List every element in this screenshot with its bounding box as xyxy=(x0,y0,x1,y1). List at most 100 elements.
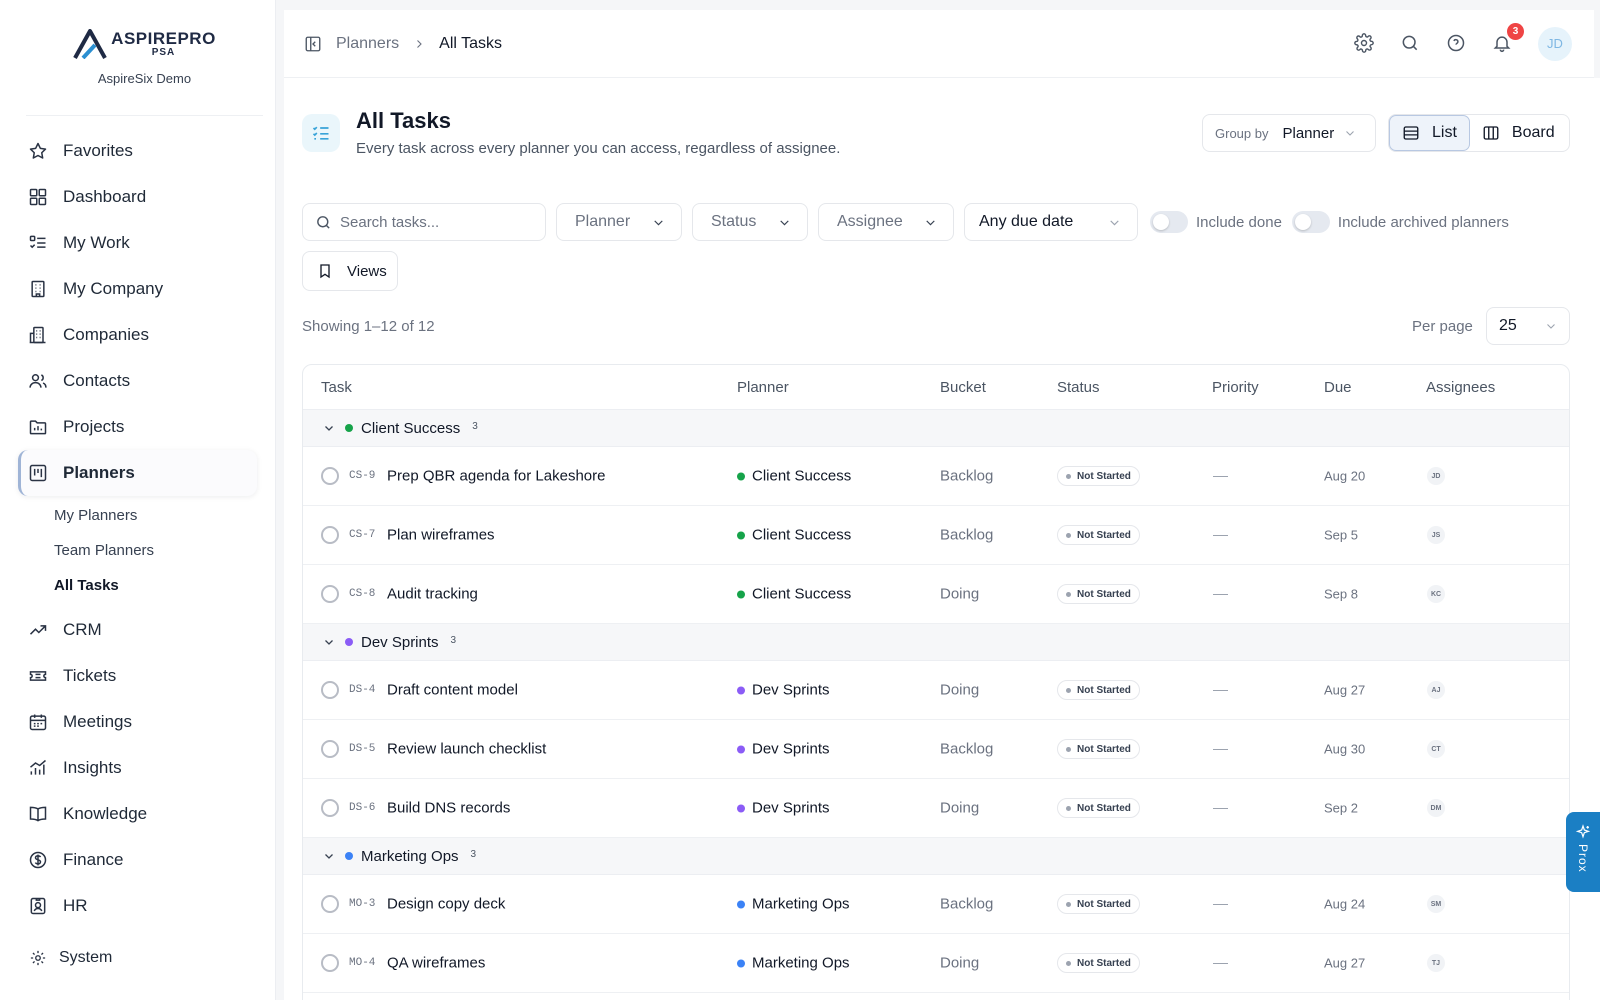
toggle-switch[interactable] xyxy=(1291,211,1330,233)
assignee-avatar[interactable]: KC xyxy=(1427,585,1445,603)
status-badge[interactable]: Not Started xyxy=(1057,894,1140,914)
sidebar-item-my-company[interactable]: My Company xyxy=(18,266,257,312)
status-filter[interactable]: Status xyxy=(692,203,808,241)
status-badge[interactable]: Not Started xyxy=(1057,466,1140,486)
status-badge[interactable]: Not Started xyxy=(1057,525,1140,545)
task-planner: Marketing Ops xyxy=(737,896,850,913)
complete-checkbox[interactable] xyxy=(321,799,339,817)
task-title[interactable]: Review launch checklist xyxy=(387,741,546,758)
sidebar-item-my-work[interactable]: My Work xyxy=(18,220,257,266)
status-badge[interactable]: Not Started xyxy=(1057,953,1140,973)
notifications-bell-icon[interactable]: 3 xyxy=(1492,22,1524,55)
include-archived-toggle[interactable]: Include archived planners xyxy=(1291,211,1509,233)
prox-assistant-tab[interactable]: Prox xyxy=(1566,812,1600,892)
task-title[interactable]: Plan wireframes xyxy=(387,527,495,544)
group-header-marketing-ops[interactable]: Marketing Ops 3 xyxy=(303,838,1569,875)
breadcrumb-planners[interactable]: Planners xyxy=(336,35,399,53)
breadcrumb-current: All Tasks xyxy=(439,34,502,52)
sidebar-item-companies[interactable]: Companies xyxy=(18,312,257,358)
complete-checkbox[interactable] xyxy=(321,954,339,972)
task-title[interactable]: Draft content model xyxy=(387,682,518,699)
planner-color-dot xyxy=(737,745,745,753)
include-done-toggle[interactable]: Include done xyxy=(1150,211,1282,233)
view-list-button[interactable]: List xyxy=(1389,115,1470,151)
search-icon[interactable] xyxy=(1400,33,1422,55)
column-header-planner[interactable]: Planner xyxy=(737,379,789,396)
complete-checkbox[interactable] xyxy=(321,740,339,758)
complete-checkbox[interactable] xyxy=(321,467,339,485)
search-input[interactable] xyxy=(340,213,530,231)
column-header-bucket[interactable]: Bucket xyxy=(940,379,986,396)
sidebar-item-meetings[interactable]: Meetings xyxy=(18,699,257,745)
subitem-my-planners[interactable]: My Planners xyxy=(54,498,257,533)
complete-checkbox[interactable] xyxy=(321,585,339,603)
assignee-avatar[interactable]: JD xyxy=(1427,467,1445,485)
subitem-team-planners[interactable]: Team Planners xyxy=(54,533,257,568)
group-header-client-success[interactable]: Client Success 3 xyxy=(303,410,1569,447)
column-header-task[interactable]: Task xyxy=(321,379,352,396)
sidebar-toggle-icon[interactable] xyxy=(304,35,322,53)
per-page-select[interactable]: 25 xyxy=(1486,307,1570,345)
task-bucket: Doing xyxy=(940,954,980,972)
column-header-assignees[interactable]: Assignees xyxy=(1426,379,1495,396)
sidebar-item-system[interactable]: System xyxy=(18,935,257,981)
sidebar-item-favorites[interactable]: Favorites xyxy=(18,128,257,174)
help-icon[interactable] xyxy=(1446,33,1468,55)
subitem-all-tasks[interactable]: All Tasks xyxy=(54,568,257,603)
column-header-priority[interactable]: Priority xyxy=(1212,379,1259,396)
logo[interactable]: ASPIREPRO PSA xyxy=(73,29,216,59)
sidebar-item-insights[interactable]: Insights xyxy=(18,745,257,791)
assignee-avatar[interactable]: CT xyxy=(1427,740,1445,758)
complete-checkbox[interactable] xyxy=(321,895,339,913)
task-title[interactable]: Design copy deck xyxy=(387,896,505,913)
due-date-filter[interactable]: Any due date xyxy=(964,203,1138,241)
status-badge[interactable]: Not Started xyxy=(1057,680,1140,700)
views-button[interactable]: Views xyxy=(302,251,398,291)
status-badge[interactable]: Not Started xyxy=(1057,584,1140,604)
view-board-button[interactable]: Board xyxy=(1470,115,1567,151)
sidebar-item-finance[interactable]: Finance xyxy=(18,837,257,883)
sidebar-item-planners[interactable]: Planners xyxy=(18,450,257,496)
task-planner: Client Success xyxy=(737,468,851,485)
task-title[interactable]: Audit tracking xyxy=(387,586,478,603)
assignee-avatar[interactable]: TJ xyxy=(1427,954,1445,972)
sidebar-item-hr[interactable]: HR xyxy=(18,883,257,929)
table-row[interactable]: DS-4 Draft content model Dev Sprints Doi… xyxy=(303,661,1569,720)
bookmark-icon xyxy=(317,263,333,279)
table-row[interactable]: DS-6 Build DNS records Dev Sprints Doing… xyxy=(303,779,1569,838)
toggle-switch[interactable] xyxy=(1150,211,1188,233)
dollar-icon xyxy=(27,849,49,871)
sidebar-item-tickets[interactable]: Tickets xyxy=(18,653,257,699)
task-title[interactable]: Build DNS records xyxy=(387,800,510,817)
sidebar-item-dashboard[interactable]: Dashboard xyxy=(18,174,257,220)
gear-icon xyxy=(27,947,49,969)
complete-checkbox[interactable] xyxy=(321,681,339,699)
status-badge[interactable]: Not Started xyxy=(1057,798,1140,818)
task-title[interactable]: QA wireframes xyxy=(387,955,485,972)
status-badge[interactable]: Not Started xyxy=(1057,739,1140,759)
assignee-avatar[interactable]: AJ xyxy=(1427,681,1445,699)
sidebar-item-knowledge[interactable]: Knowledge xyxy=(18,791,257,837)
user-avatar[interactable]: JD xyxy=(1538,26,1572,61)
sidebar-item-projects[interactable]: Projects xyxy=(18,404,257,450)
assignee-avatar[interactable]: SM xyxy=(1427,895,1445,913)
assignee-avatar[interactable]: JS xyxy=(1427,526,1445,544)
complete-checkbox[interactable] xyxy=(321,526,339,544)
column-header-due[interactable]: Due xyxy=(1324,379,1352,396)
settings-gear-icon[interactable] xyxy=(1354,32,1376,55)
group-by-select[interactable]: Group by Planner xyxy=(1202,114,1376,152)
table-row[interactable]: CS-8 Audit tracking Client Success Doing… xyxy=(303,565,1569,624)
group-header-dev-sprints[interactable]: Dev Sprints 3 xyxy=(303,624,1569,661)
table-row[interactable]: MO-4 QA wireframes Marketing Ops Doing N… xyxy=(303,934,1569,993)
planner-filter[interactable]: Planner xyxy=(556,203,682,241)
assignee-filter[interactable]: Assignee xyxy=(818,203,954,241)
assignee-avatar[interactable]: DM xyxy=(1427,799,1445,817)
task-title[interactable]: Prep QBR agenda for Lakeshore xyxy=(387,468,605,485)
table-row[interactable]: CS-9 Prep QBR agenda for Lakeshore Clien… xyxy=(303,447,1569,506)
table-row[interactable]: CS-7 Plan wireframes Client Success Back… xyxy=(303,506,1569,565)
table-row[interactable]: MO-3 Design copy deck Marketing Ops Back… xyxy=(303,875,1569,934)
sidebar-item-crm[interactable]: CRM xyxy=(18,607,257,653)
sidebar-item-contacts[interactable]: Contacts xyxy=(18,358,257,404)
table-row[interactable]: DS-5 Review launch checklist Dev Sprints… xyxy=(303,720,1569,779)
column-header-status[interactable]: Status xyxy=(1057,379,1100,396)
